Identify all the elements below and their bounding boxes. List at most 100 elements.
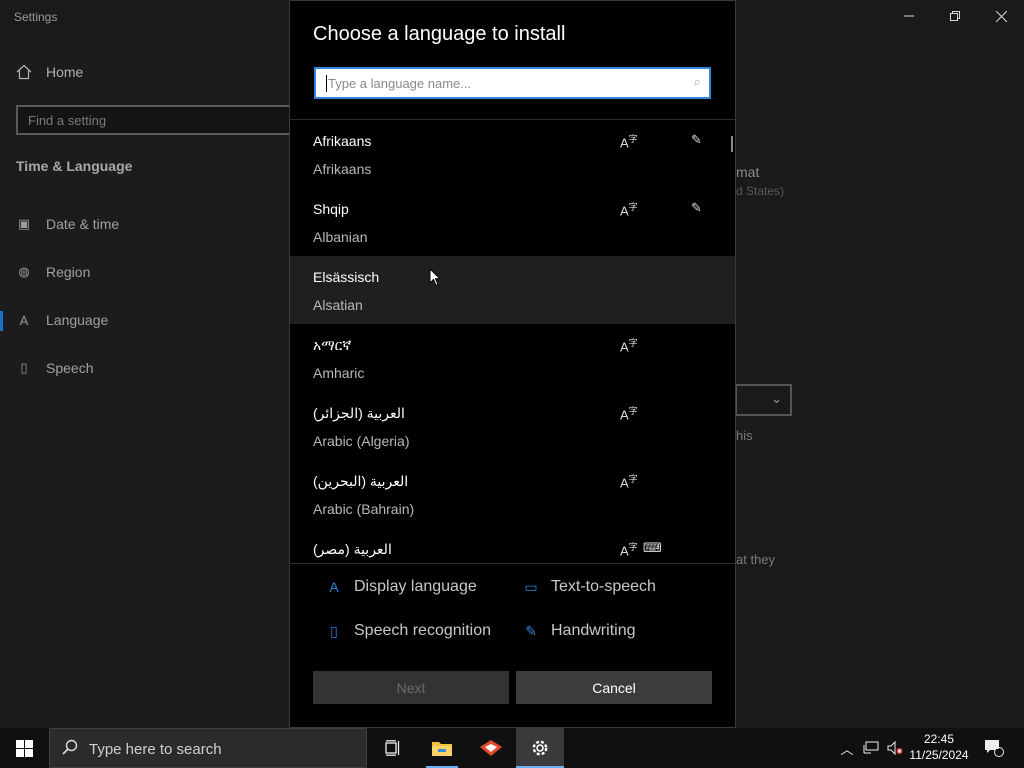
chevron-down-icon: ⌄ <box>771 391 782 406</box>
app-icon <box>480 740 502 756</box>
language-native-name: Elsässisch <box>313 269 380 285</box>
language-english-name: Arabic (Algeria) <box>313 433 410 449</box>
choose-language-dialog: Choose a language to install Type a lang… <box>289 0 736 728</box>
display-language-icon: A字 <box>620 338 638 355</box>
language-english-name: Alsatian <box>313 297 363 313</box>
text-to-speech-icon: ▭ <box>524 578 538 595</box>
background-text-fragment: his <box>736 428 753 443</box>
display-language-icon: A字 <box>620 202 638 219</box>
clock-time: 22:45 <box>923 732 955 746</box>
restore-icon <box>950 11 960 21</box>
display-language-icon: A字 <box>620 406 638 423</box>
sidebar-home-label: Home <box>46 64 84 80</box>
taskbar-app-button[interactable] <box>467 728 515 768</box>
display-language-icon: A字 <box>620 134 638 151</box>
network-button[interactable] <box>860 728 882 768</box>
language-english-name: Albanian <box>313 229 368 245</box>
handwriting-icon: ✎ <box>691 200 702 215</box>
legend-display-language: A Display language <box>326 578 477 596</box>
language-item[interactable]: Shqip Albanian A字 ✎ <box>290 188 735 256</box>
legend-handwriting: ✎ Handwriting <box>523 622 635 640</box>
language-search-input[interactable]: Type a language name... ⌕ <box>314 67 711 99</box>
volume-button[interactable] <box>884 728 906 768</box>
minimize-icon <box>904 15 914 17</box>
background-dropdown[interactable]: ⌄ <box>735 384 792 416</box>
nav-active-indicator <box>0 311 3 331</box>
close-button[interactable] <box>978 0 1024 32</box>
display-language-icon: A字 <box>620 474 638 491</box>
taskbar-search-box[interactable]: Type here to search <box>49 728 367 768</box>
sidebar-item-speech[interactable]: ▯ Speech <box>16 360 93 376</box>
language-native-name: Shqip <box>313 201 349 217</box>
dialog-title: Choose a language to install <box>313 23 566 45</box>
folder-icon <box>432 742 452 756</box>
legend-label: Handwriting <box>551 622 636 639</box>
notification-icon <box>985 740 1004 757</box>
legend-label: Speech recognition <box>354 622 491 639</box>
home-icon <box>16 64 32 80</box>
sidebar-item-region[interactable]: ◍ Region <box>16 264 90 280</box>
language-native-name: العربية (مصر) <box>313 541 392 557</box>
text-caret <box>326 75 327 92</box>
language-item[interactable]: العربية (البحرين) Arabic (Bahrain) A字 <box>290 460 735 528</box>
next-button[interactable]: Next <box>313 671 509 704</box>
find-setting-input[interactable]: Find a setting <box>16 105 306 135</box>
task-view-button[interactable] <box>368 728 416 768</box>
language-search-placeholder: Type a language name... <box>328 76 472 91</box>
search-icon: ⌕ <box>693 74 701 89</box>
cursor-arrow-icon <box>429 268 441 287</box>
taskbar-search-placeholder: Type here to search <box>89 741 222 758</box>
language-icon: A <box>19 312 29 328</box>
settings-taskbar-button[interactable] <box>516 728 564 768</box>
language-item[interactable]: العربية (مصر) A字 ⌨ <box>290 528 735 563</box>
language-item[interactable]: العربية (الجزائر) Arabic (Algeria) A字 <box>290 392 735 460</box>
minimize-button[interactable] <box>886 0 932 32</box>
language-native-name: العربية (الجزائر) <box>313 405 405 421</box>
legend-speech-recognition: ▯ Speech recognition <box>326 622 491 640</box>
sidebar-item-date-time[interactable]: ▣ Date & time <box>16 216 119 232</box>
sidebar-item-label: Region <box>46 264 91 280</box>
file-explorer-button[interactable] <box>418 728 466 768</box>
cancel-button[interactable]: Cancel <box>516 671 712 704</box>
language-item[interactable]: Afrikaans Afrikaans A字 ✎ <box>290 120 735 188</box>
language-english-name: Amharic <box>313 365 365 381</box>
sidebar-item-label: Date & time <box>46 216 120 232</box>
section-title: Time & Language <box>16 158 133 174</box>
start-button[interactable] <box>0 728 48 768</box>
language-item[interactable]: Elsässisch Alsatian <box>290 256 735 324</box>
display-language-icon: A字 <box>620 542 638 559</box>
action-center-button[interactable]: 1 <box>976 728 1012 768</box>
language-english-name: Afrikaans <box>313 161 372 177</box>
language-item[interactable]: አማርኛ Amharic A字 <box>290 324 735 392</box>
divider <box>290 563 735 564</box>
app-title: Settings <box>14 10 58 24</box>
network-icon <box>863 741 879 754</box>
sidebar-home[interactable]: Home <box>16 64 83 80</box>
restore-button[interactable] <box>932 0 978 32</box>
microphone-icon: ▯ <box>20 360 28 375</box>
language-native-name: Afrikaans <box>313 133 372 149</box>
sidebar-item-language[interactable]: A Language <box>16 312 109 328</box>
language-native-name: አማርኛ <box>313 337 352 353</box>
language-list[interactable]: Afrikaans Afrikaans A字 ✎ Shqip Albanian … <box>290 120 735 563</box>
legend-label: Text-to-speech <box>551 578 656 595</box>
microphone-icon: ▯ <box>330 622 338 639</box>
handwriting-icon: ✎ <box>525 622 537 639</box>
legend-label: Display language <box>354 578 477 595</box>
background-text-fragment: d States) <box>736 184 785 198</box>
search-icon <box>62 739 78 759</box>
handwriting-icon: ✎ <box>691 132 702 147</box>
taskbar: Type here to search ︿ 22:45 11/25/2024 1 <box>0 728 1024 768</box>
sidebar-item-label: Language <box>46 312 109 328</box>
find-setting-placeholder: Find a setting <box>28 113 107 128</box>
sidebar: Home Find a setting Time & Language ▣ Da… <box>0 32 306 728</box>
display-language-icon: A <box>329 579 339 595</box>
legend-text-to-speech: ▭ Text-to-speech <box>523 578 656 596</box>
background-text-fragment: mat <box>736 164 760 180</box>
clock[interactable]: 22:45 11/25/2024 <box>906 731 972 763</box>
show-hidden-icons-button[interactable]: ︿ <box>836 728 858 768</box>
chevron-up-icon: ︿ <box>840 741 854 757</box>
clock-date: 11/25/2024 <box>909 748 969 762</box>
text-to-speech-icon: ⌨ <box>643 540 662 555</box>
language-native-name: العربية (البحرين) <box>313 473 409 489</box>
